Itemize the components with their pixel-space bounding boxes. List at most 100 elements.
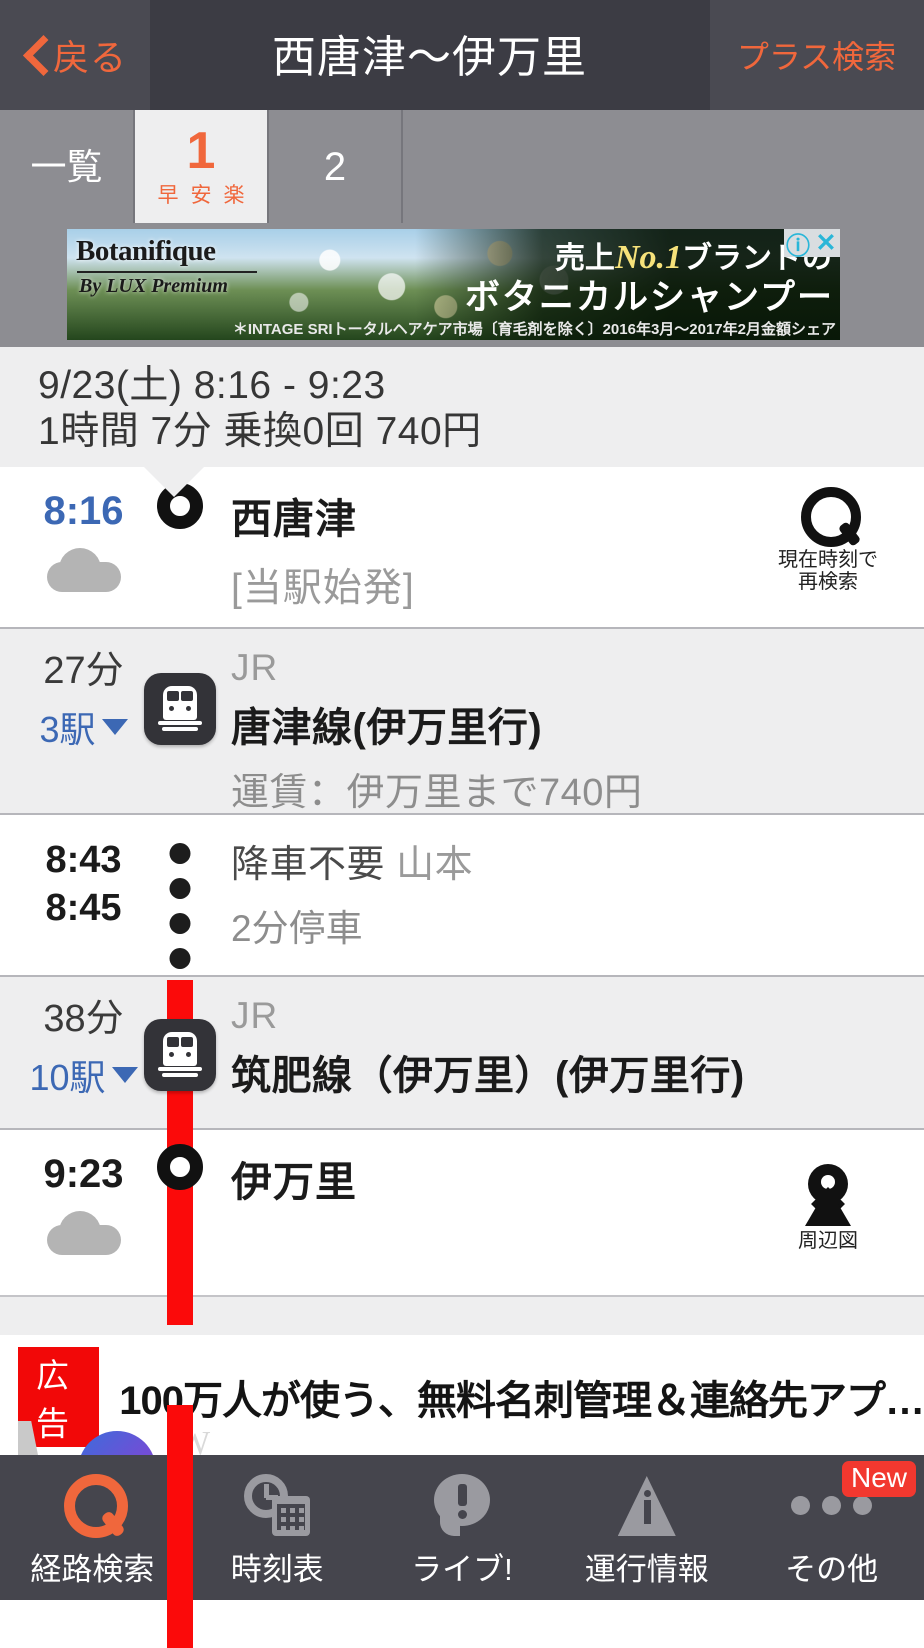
leg-1-info: JR 唐津線(伊万里行) 運賃：伊万里まで740円 (193, 629, 924, 814)
tab-empty-area (403, 110, 924, 223)
chevron-down-icon (111, 1066, 138, 1083)
leg-2-operator: JR (231, 995, 279, 1036)
cloud-icon (46, 548, 121, 592)
leg-1-left: 27分 3駅 (0, 629, 167, 813)
research-now-button[interactable]: 現在時刻で 再検索 (768, 487, 888, 593)
tab-route-2-label: 2 (323, 144, 347, 189)
arrival-time: 9:23 (43, 1152, 124, 1196)
arrival-left: 9:23 (0, 1130, 167, 1295)
leg-2-info: JR 筑肥線（伊万里）(伊万里行) (193, 977, 924, 1128)
transfer-left: 8:43 8:45 (0, 815, 167, 975)
leg-1-line-name: 唐津線(伊万里行) (231, 706, 543, 750)
route-summary: 9/23(土) 8:16 - 9:23 1時間 7分 乗換0回 740円 (0, 347, 924, 497)
leg-1-stops-label: 3駅 (39, 708, 96, 750)
leg-2-stops-label: 10駅 (29, 1056, 106, 1098)
map-pin-icon (801, 1164, 855, 1226)
area-map-button[interactable]: 周辺図 (768, 1164, 888, 1252)
research-caption-2: 再検索 (798, 571, 858, 593)
cloud-icon (46, 1211, 121, 1255)
leg-2-left: 38分 10駅 (0, 977, 167, 1128)
nav-more[interactable]: New その他 (739, 1455, 924, 1600)
page-title: 西唐津～伊万里 (272, 33, 587, 82)
close-icon[interactable]: ✕ (812, 229, 840, 257)
research-caption-1: 現在時刻で (778, 549, 878, 571)
leg-2-duration: 38分 (43, 998, 124, 1040)
leg-2-line-name: 筑肥線（伊万里）(伊万里行) (231, 1054, 745, 1098)
leg-1-row[interactable]: 27分 3駅 JR 唐津線(伊万里行) 運賃：伊万里まで740円 (0, 627, 924, 815)
rail-line-segment-2 (167, 1405, 193, 1648)
transfer-arrive-time: 8:43 (45, 839, 122, 881)
departure-time: 8:16 (43, 489, 124, 533)
search-icon (799, 487, 861, 547)
transfer-station-name: 山本 (396, 844, 474, 886)
route-timeline: 8:16 西唐津 [当駅始発] 現在時刻で 再検索 27分 3駅 JR 唐津線(… (0, 467, 924, 1648)
bottom-ad-text: 100万人が使う、無料名刺管理＆連絡先アプ… (119, 1379, 924, 1423)
summary-duration-fare: 1時間 7分 乗換0回 740円 (38, 410, 482, 454)
top-navigation-bar: 戻る 西唐津～伊万里 プラス検索 (0, 0, 924, 110)
ad-headline-2: ボタニカルシャンプー (465, 278, 834, 317)
departure-left: 8:16 (0, 467, 167, 627)
bottom-ad-banner[interactable]: 広告 100万人が使う、無料名刺管理＆連絡先アプ… W (0, 1335, 924, 1509)
nav-live-label: ライブ! (411, 1552, 513, 1587)
result-tab-bar: 一覧 1 早 安 楽 2 (0, 110, 924, 223)
transfer-depart-time: 8:45 (45, 886, 122, 929)
alert-triangle-icon (617, 1474, 676, 1536)
station-node-icon (157, 1144, 203, 1190)
nav-live[interactable]: ライブ! (370, 1455, 555, 1600)
nav-timetable-label: 時刻表 (230, 1552, 324, 1587)
tab-route-2[interactable]: 2 (269, 110, 403, 223)
nav-timetable[interactable]: 時刻表 (185, 1455, 370, 1600)
ad-brand-divider (77, 271, 257, 273)
section-spacer (0, 1295, 924, 1335)
tab-route-1[interactable]: 1 早 安 楽 (135, 110, 269, 223)
area-map-caption: 周辺図 (798, 1230, 858, 1252)
bottom-navigation-bar: 経路検索 時刻表 ライブ! 運行情報 New その他 (0, 1455, 924, 1600)
summary-datetime: 9/23(土) 8:16 - 9:23 (38, 364, 386, 407)
ad-controls: ⓘ ✕ (784, 229, 840, 260)
transfer-dwell: 2分停車 (231, 908, 363, 949)
timetable-icon (244, 1474, 311, 1536)
arrival-info: 伊万里 周辺図 (193, 1130, 924, 1295)
info-icon[interactable]: ⓘ (784, 229, 812, 260)
back-button[interactable]: 戻る (0, 0, 150, 110)
transfer-note-prefix: 降車不要 (231, 844, 386, 886)
tab-route-1-label: 1 (186, 121, 216, 180)
ad-brand-name: Botanifique (76, 235, 216, 267)
transfer-stop-row: 8:43 8:45 降車不要 山本 2分停車 (0, 815, 924, 975)
leg-1-fare: 運賃：伊万里まで740円 (231, 772, 643, 814)
transfer-dots-col (167, 815, 193, 975)
train-icon (144, 1019, 216, 1091)
tag-fast: 早 (157, 183, 179, 207)
nav-route-search[interactable]: 経路検索 (0, 1455, 185, 1600)
nav-service-status[interactable]: 運行情報 (554, 1455, 739, 1600)
ad-disclaimer: ＊INTAGE SRIトータルヘアケア市場〔育毛剤を除く〕2016年3月～201… (232, 321, 836, 338)
dotted-line-icon (169, 843, 191, 983)
tag-easy: 楽 (223, 183, 245, 207)
chevron-down-icon (101, 718, 128, 735)
departure-info: 西唐津 [当駅始発] 現在時刻で 再検索 (193, 467, 924, 627)
chevron-left-icon (23, 34, 49, 76)
tag-cheap: 安 (190, 183, 212, 207)
leg-2-row[interactable]: 38分 10駅 JR 筑肥線（伊万里）(伊万里行) (0, 975, 924, 1130)
top-ad-container: Botanifique By LUX Premium 売上No.1ブランドの ボ… (0, 223, 924, 347)
leg-1-icon-col (144, 629, 216, 813)
search-icon (62, 1474, 129, 1538)
nav-more-label: その他 (785, 1552, 879, 1587)
nav-service-status-label: 運行情報 (584, 1552, 709, 1587)
leg-1-operator: JR (231, 647, 279, 688)
leg-2-stops-toggle[interactable]: 10駅 (29, 1049, 138, 1101)
nav-route-search-label: 経路検索 (30, 1552, 155, 1587)
leg-1-stops-toggle[interactable]: 3駅 (39, 701, 128, 753)
train-icon (144, 673, 216, 745)
live-speech-icon (433, 1474, 490, 1536)
tab-route-1-tags: 早 安 楽 (158, 179, 245, 209)
transfer-note: 降車不要 山本 (231, 833, 924, 888)
arrival-row: 9:23 伊万里 周辺図 (0, 1130, 924, 1295)
tab-list-view[interactable]: 一覧 (0, 110, 135, 223)
transfer-info: 降車不要 山本 2分停車 (193, 815, 924, 975)
ad-brand-subtitle: By LUX Premium (79, 275, 228, 297)
plus-search-button[interactable]: プラス検索 (709, 0, 924, 110)
top-ad-banner[interactable]: Botanifique By LUX Premium 売上No.1ブランドの ボ… (67, 229, 840, 340)
new-badge: New (841, 1461, 916, 1497)
departure-row: 8:16 西唐津 [当駅始発] 現在時刻で 再検索 (0, 467, 924, 627)
